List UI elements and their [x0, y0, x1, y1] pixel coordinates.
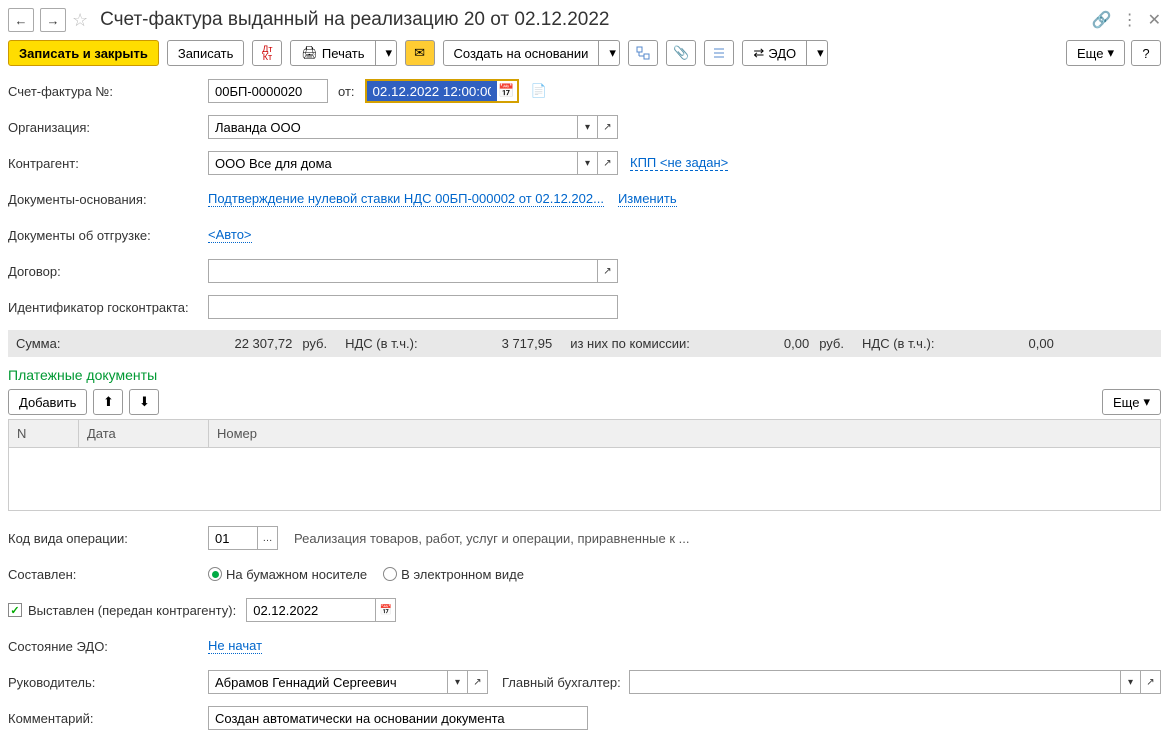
sum-label: Сумма:: [16, 336, 60, 351]
org-input[interactable]: [208, 115, 578, 139]
payments-table: N Дата Номер: [8, 419, 1161, 511]
op-code-label: Код вида операции:: [8, 531, 208, 546]
op-code-input[interactable]: [208, 526, 258, 550]
nav-back-button[interactable]: ←: [8, 8, 34, 32]
radio-electronic[interactable]: В электронном виде: [383, 567, 524, 582]
move-up-button[interactable]: ⬆: [93, 389, 123, 415]
summary-bar: Сумма: 22 307,72 руб. НДС (в т.ч.): 3 71…: [8, 330, 1161, 357]
gos-id-label: Идентификатор госконтракта:: [8, 300, 208, 315]
col-n: N: [9, 420, 79, 447]
kpp-link[interactable]: КПП <не задан>: [630, 155, 728, 171]
comment-label: Комментарий:: [8, 711, 208, 726]
print-dropdown[interactable]: ▾: [376, 40, 397, 66]
vat-label: НДС (в т.ч.):: [345, 336, 418, 351]
op-desc: Реализация товаров, работ, услуг и опера…: [294, 531, 689, 546]
vat2-value: 0,00: [1029, 336, 1054, 351]
payments-more-button[interactable]: Еще ▾: [1102, 389, 1161, 415]
date-input[interactable]: [367, 81, 497, 101]
gos-id-input[interactable]: [208, 295, 618, 319]
manager-open[interactable]: ↗: [468, 670, 488, 694]
payments-title: Платежные документы: [8, 367, 1161, 383]
counterparty-label: Контрагент:: [8, 156, 208, 171]
org-dropdown[interactable]: ▾: [578, 115, 598, 139]
invoice-no-label: Счет-фактура №:: [8, 84, 208, 99]
radio-paper[interactable]: На бумажном носителе: [208, 567, 367, 582]
comment-input[interactable]: [208, 706, 588, 730]
save-button[interactable]: Записать: [167, 40, 245, 66]
from-label: от:: [338, 84, 355, 99]
help-button[interactable]: ?: [1131, 40, 1161, 66]
counterparty-dropdown[interactable]: ▾: [578, 151, 598, 175]
radio-icon: [383, 567, 397, 581]
composed-label: Составлен:: [8, 567, 208, 582]
edo-icon: ⇄: [753, 45, 764, 61]
edo-button[interactable]: ⇄ ЭДО: [742, 40, 807, 66]
issued-label: Выставлен (передан контрагенту):: [28, 603, 236, 618]
structure-button[interactable]: [628, 40, 658, 66]
accountant-input[interactable]: [629, 670, 1121, 694]
accountant-dropdown[interactable]: ▾: [1121, 670, 1141, 694]
edo-state-label: Состояние ЭДО:: [8, 639, 208, 654]
save-close-button[interactable]: Записать и закрыть: [8, 40, 159, 66]
attach-button[interactable]: 📎: [666, 40, 696, 66]
create-based-button[interactable]: Создать на основании: [443, 40, 600, 66]
auto-link[interactable]: <Авто>: [208, 227, 252, 243]
manager-dropdown[interactable]: ▾: [448, 670, 468, 694]
add-button[interactable]: Добавить: [8, 389, 87, 415]
email-button[interactable]: ✉: [405, 40, 435, 66]
counterparty-open[interactable]: ↗: [598, 151, 618, 175]
op-code-select[interactable]: …: [258, 526, 278, 550]
manager-input[interactable]: [208, 670, 448, 694]
table-body[interactable]: [9, 448, 1160, 510]
contract-open[interactable]: ↗: [598, 259, 618, 283]
edo-dropdown[interactable]: ▾: [807, 40, 828, 66]
col-date: Дата: [79, 420, 209, 447]
link-icon[interactable]: 🔗: [1092, 10, 1112, 30]
printer-icon: 🖨: [301, 45, 318, 61]
favorite-star-icon[interactable]: ☆: [72, 10, 88, 31]
accountant-open[interactable]: ↗: [1141, 670, 1161, 694]
dt-kt-button[interactable]: ДтКт: [252, 40, 282, 66]
calendar-icon[interactable]: 📅: [497, 81, 517, 101]
page-title: Счет-фактура выданный на реализацию 20 о…: [100, 9, 1086, 31]
edo-state-link[interactable]: Не начат: [208, 638, 262, 654]
kebab-menu-icon[interactable]: ⋮: [1122, 10, 1138, 30]
list-button[interactable]: [704, 40, 734, 66]
basis-link[interactable]: Подтверждение нулевой ставки НДС 00БП-00…: [208, 191, 604, 207]
nav-forward-button[interactable]: →: [40, 8, 66, 32]
contract-input[interactable]: [208, 259, 598, 283]
vat2-label: НДС (в т.ч.):: [862, 336, 935, 351]
print-button[interactable]: 🖨 Печать: [290, 40, 375, 66]
comm-label: из них по комиссии:: [570, 336, 690, 351]
contract-label: Договор:: [8, 264, 208, 279]
issued-checkbox[interactable]: ✓: [8, 603, 22, 617]
issued-date-input[interactable]: [246, 598, 376, 622]
manager-label: Руководитель:: [8, 675, 208, 690]
accountant-label: Главный бухгалтер:: [502, 675, 621, 690]
shipment-label: Документы об отгрузке:: [8, 228, 208, 243]
invoice-no-input[interactable]: [208, 79, 328, 103]
radio-icon: [208, 567, 222, 581]
create-based-dropdown[interactable]: ▾: [599, 40, 620, 66]
org-open[interactable]: ↗: [598, 115, 618, 139]
move-down-button[interactable]: ⬇: [129, 389, 159, 415]
org-label: Организация:: [8, 120, 208, 135]
close-icon[interactable]: ✕: [1148, 10, 1161, 30]
basis-label: Документы-основания:: [8, 192, 208, 207]
doc-icon[interactable]: 📄: [531, 83, 547, 99]
date-field[interactable]: 📅: [365, 79, 519, 103]
change-link[interactable]: Изменить: [618, 191, 677, 207]
counterparty-input[interactable]: [208, 151, 578, 175]
col-num: Номер: [209, 420, 1160, 447]
issued-calendar-icon[interactable]: 📅: [376, 598, 396, 622]
vat-value: 3 717,95: [502, 336, 553, 351]
comm-value: 0,00: [784, 336, 809, 351]
more-button[interactable]: Еще ▾: [1066, 40, 1125, 66]
sum-value: 22 307,72: [234, 336, 292, 351]
